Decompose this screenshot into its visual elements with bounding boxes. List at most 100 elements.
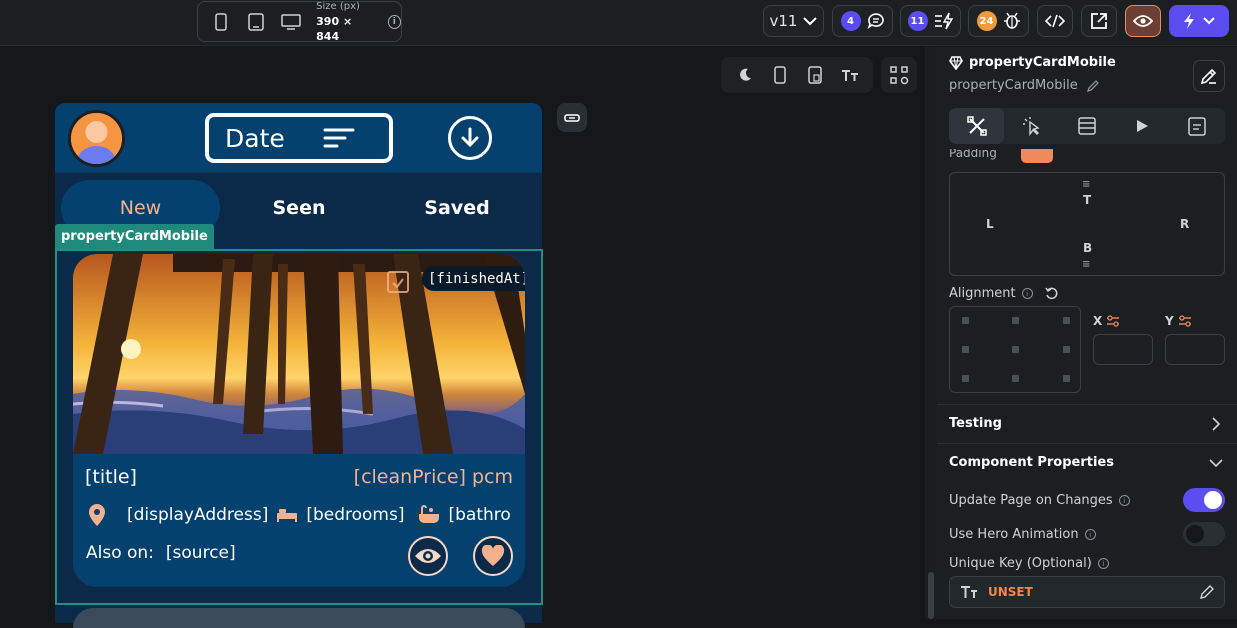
comments-button[interactable]: 4: [832, 5, 893, 37]
info-icon[interactable]: i: [1084, 529, 1096, 540]
next-property-card: [73, 608, 525, 628]
slider-settings-icon: [1107, 315, 1120, 327]
tab-properties[interactable]: [949, 108, 1005, 144]
download-button[interactable]: [448, 116, 492, 160]
open-external-button[interactable]: [1081, 5, 1117, 37]
chevron-down-icon[interactable]: [1209, 458, 1223, 468]
hero-animation-label: Use Hero Animation: [949, 527, 1079, 542]
database-icon: [1078, 117, 1096, 135]
heart-icon: [481, 545, 505, 566]
x-input[interactable]: [1093, 334, 1153, 365]
app-header: Date: [55, 103, 542, 173]
hero-animation-row: Use Hero Animation i: [949, 527, 1096, 542]
y-label: Y: [1165, 314, 1174, 328]
component-name: propertyCardMobile: [949, 78, 1078, 93]
panel-title: propertyCardMobile: [949, 55, 1116, 70]
bug-icon: [1003, 12, 1020, 29]
alignment-grid[interactable]: [949, 306, 1081, 393]
component-diamond-icon: [949, 55, 963, 70]
tab-animations[interactable]: [1115, 108, 1170, 144]
tools-icon: [966, 116, 987, 136]
property-price: [cleanPrice] pcm: [353, 466, 513, 488]
finished-at-badge: [finishedAt]: [422, 266, 525, 291]
arrow-down-icon: [461, 127, 479, 148]
bathtub-icon: [419, 505, 440, 523]
mark-seen-button[interactable]: [408, 536, 448, 576]
panel-scrollbar[interactable]: [925, 47, 937, 619]
info-icon[interactable]: i: [387, 14, 401, 29]
version-dropdown[interactable]: v11: [763, 5, 824, 37]
tab-seen[interactable]: Seen: [220, 180, 378, 236]
phone-device-icon[interactable]: [210, 10, 233, 34]
widget-tree-button[interactable]: [881, 57, 917, 93]
dark-mode-icon[interactable]: [735, 65, 755, 85]
code-view-button[interactable]: [1037, 5, 1073, 37]
pad-bottom-handle[interactable]: ≡: [1082, 259, 1090, 270]
play-icon: [1137, 120, 1149, 132]
info-icon[interactable]: i: [1118, 495, 1130, 506]
tab-actions[interactable]: [1004, 108, 1059, 144]
eye-icon: [415, 549, 441, 563]
save-favorite-button[interactable]: [473, 536, 513, 576]
pad-top-handle[interactable]: ≡: [1082, 179, 1090, 190]
details-row: [displayAddress] [bedrooms] [bathro: [87, 503, 511, 527]
date-label: Date: [225, 123, 285, 153]
issues-count-badge: 24: [976, 11, 997, 31]
padding-editor[interactable]: ≡ T L R B ≡: [949, 172, 1225, 276]
padding-mode-toggle[interactable]: [1021, 149, 1053, 163]
component-properties-label: Component Properties: [949, 455, 1114, 470]
property-source: [source]: [165, 543, 236, 563]
edit-icon[interactable]: [1199, 584, 1215, 600]
preview-button[interactable]: [1125, 5, 1161, 37]
info-icon[interactable]: i: [1021, 288, 1033, 299]
info-icon[interactable]: i: [1097, 558, 1109, 569]
flash-list-icon: [934, 12, 953, 30]
desktop-device-icon[interactable]: [279, 10, 302, 34]
y-input[interactable]: [1165, 334, 1225, 365]
avatar[interactable]: [68, 110, 125, 167]
padding-label: Padding: [949, 149, 997, 160]
edit-component-button[interactable]: [1193, 60, 1225, 92]
text-type-icon: [961, 586, 977, 598]
property-bedrooms: [bedrooms]: [306, 505, 405, 525]
sort-icon: [323, 128, 355, 148]
pad-left-label: L: [986, 217, 994, 231]
also-on-label: Also on:: [86, 543, 154, 563]
tab-backend-query[interactable]: [1059, 108, 1114, 144]
text-scale-icon[interactable]: [840, 65, 860, 85]
collapse-frame-button[interactable]: [557, 103, 587, 132]
cursor-click-icon: [1022, 117, 1040, 136]
external-link-icon: [1091, 13, 1107, 29]
unique-key-row: Unique Key (Optional) i: [949, 556, 1109, 571]
property-photo: [finishedAt]: [73, 254, 525, 454]
phone-frame-icon[interactable]: [770, 65, 790, 85]
scroll-thumb[interactable]: [928, 572, 934, 619]
testing-section[interactable]: Testing: [937, 404, 1237, 443]
chevron-down-icon: [803, 17, 818, 26]
property-bathrooms: [bathro: [448, 505, 511, 525]
reset-icon[interactable]: [1044, 287, 1059, 301]
issues-button[interactable]: 24: [968, 5, 1029, 37]
chevron-down-icon: [1203, 17, 1215, 25]
actions-button[interactable]: 11: [900, 5, 961, 37]
tab-saved[interactable]: Saved: [378, 180, 536, 236]
component-label[interactable]: propertyCardMobile: [55, 224, 214, 249]
rename-pencil-icon[interactable]: [1086, 79, 1100, 93]
tab-notes[interactable]: [1170, 108, 1225, 144]
update-page-toggle[interactable]: [1183, 488, 1225, 512]
chat-icon: [867, 13, 884, 29]
unique-key-input[interactable]: UNSET: [949, 576, 1225, 608]
unset-value: UNSET: [988, 585, 1033, 599]
pad-right-label: R: [1180, 217, 1190, 231]
date-sort-button[interactable]: Date: [205, 113, 393, 163]
padding-header: Padding: [949, 149, 997, 163]
hero-animation-toggle[interactable]: [1183, 522, 1225, 546]
source-row: Also on: [source]: [86, 543, 236, 563]
run-button[interactable]: [1169, 5, 1229, 37]
edit-icon: [1200, 68, 1217, 85]
x-label: X: [1093, 314, 1103, 328]
responsive-icon[interactable]: [805, 65, 825, 85]
tablet-device-icon[interactable]: [245, 10, 268, 34]
property-card[interactable]: [finishedAt] [title] [cleanPrice] pcm [d…: [73, 254, 525, 587]
location-pin-icon: [89, 504, 105, 526]
